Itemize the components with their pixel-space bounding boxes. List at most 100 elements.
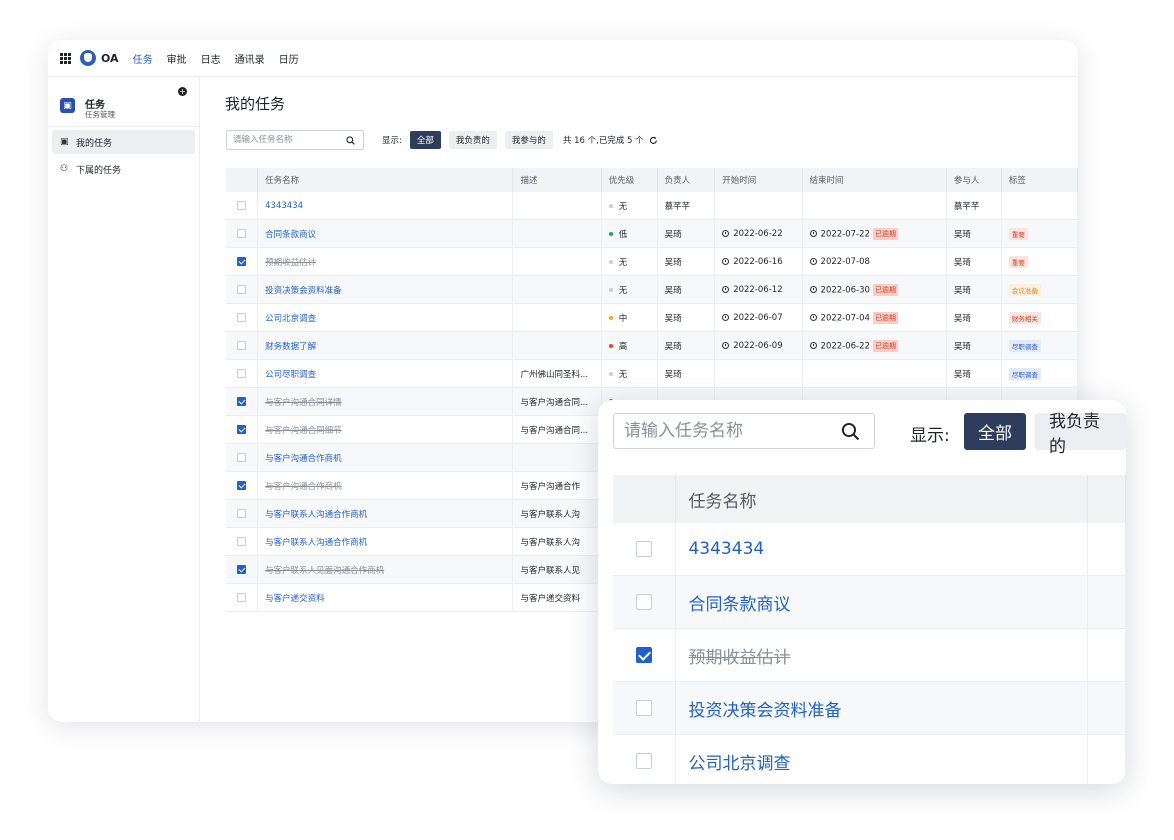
task-checkbox[interactable] [237,228,247,238]
zoom-task-checkbox[interactable] [636,647,653,663]
zoom-filter-button-1[interactable]: 我负责的 [1035,412,1126,457]
search-input[interactable] [233,135,333,145]
refresh-icon[interactable] [649,136,658,145]
task-checkbox[interactable] [237,340,247,350]
task-name-link[interactable]: 与客户联系人沟通合作商机 [257,499,514,528]
task-checkbox[interactable] [237,592,247,602]
task-priority-cell: 无 [601,192,658,220]
search-icon[interactable] [346,135,355,145]
table-row[interactable]: 预期收益估计无吴琦 2022-06-16 2022-07-08 吴琦 重要 [226,247,1078,276]
task-start-cell: 2022-06-16 [714,247,803,276]
task-name-link[interactable]: 与客户沟通合同细节 [257,415,514,444]
filter-button-0[interactable]: 全部 [409,131,441,149]
nav-tab-2[interactable]: 日志 [201,51,221,66]
nav-tab-3[interactable]: 通讯录 [235,51,265,66]
column-header-1: 描述 [512,168,602,192]
sidebar-item-1[interactable]: ⚇ 下属的任务 [52,157,195,181]
checkbox-cell [226,471,259,500]
checkbox-cell [226,275,259,304]
task-owner: 慕芊芊 [657,192,716,220]
task-description: 与客户沟通合同... [512,387,602,416]
task-name-link[interactable]: 公司尽职调查 [257,359,514,388]
zoom-task-name-link[interactable]: 合同条款商议 [675,575,1088,629]
clock-icon [722,313,730,321]
task-start-cell: 2022-06-12 [714,275,803,304]
task-name-link[interactable]: 4343434 [257,192,514,220]
task-start-date: 2022-06-22 [733,228,783,239]
task-checkbox[interactable] [237,480,247,490]
task-name-link[interactable]: 财务数据了解 [257,331,514,360]
task-tag: 重要 [1008,227,1028,240]
search-box [226,130,364,150]
task-checkbox[interactable] [237,508,247,518]
zoom-table-row[interactable]: 公司北京调查 [613,734,1126,784]
zoom-task-table: 任务名称 4343434 合同条款商议 预期收益估计 投资决策会资料准备 公司北京调查 [613,475,1126,784]
task-checkbox[interactable] [237,424,247,434]
task-name-link[interactable]: 与客户沟通合作商机 [257,471,514,500]
add-task-icon[interactable]: + [178,87,187,96]
task-name-link[interactable]: 与客户联系人见面沟通合作商机 [257,555,514,584]
task-name-link[interactable]: 与客户递交资料 [257,583,514,612]
zoom-task-checkbox[interactable] [636,594,653,610]
zoom-table-row[interactable]: 4343434 [613,523,1126,576]
zoom-header-next [1087,475,1126,523]
task-tag-cell: 会议准备 [1001,275,1078,304]
task-end-date: 2022-07-04 [820,313,870,323]
task-checkbox[interactable] [237,396,247,406]
task-participant: 吴琦 [946,219,1002,248]
task-name-link[interactable]: 公司北京调查 [257,303,514,332]
task-description [512,275,602,304]
task-name-link[interactable]: 预期收益估计 [257,247,514,276]
task-checkbox[interactable] [237,564,247,574]
task-priority: 无 [618,201,628,212]
nav-tab-1[interactable]: 审批 [167,51,187,66]
zoom-search-input[interactable] [624,421,824,441]
task-tag: 尽职调查 [1008,339,1041,352]
table-row[interactable]: 4343434 无 慕芊芊 慕芊芊 [226,192,1078,220]
task-name-link[interactable]: 合同条款商议 [257,219,514,248]
zoom-table-row[interactable]: 投资决策会资料准备 [613,681,1126,735]
nav-tab-0[interactable]: 任务 [133,51,153,66]
task-start-cell [714,192,803,220]
page-title: 我的任务 [225,95,286,113]
task-checkbox[interactable] [237,284,247,294]
column-header-0: 任务名称 [257,168,514,192]
zoom-task-name-link[interactable]: 预期收益估计 [675,628,1088,682]
zoom-filter-button-0[interactable]: 全部 [964,413,1026,450]
task-checkbox[interactable] [237,452,247,462]
zoom-task-checkbox[interactable] [636,700,653,716]
priority-dot-icon [608,288,613,292]
task-name-link[interactable]: 与客户联系人沟通合作商机 [257,527,514,556]
task-checkbox[interactable] [237,368,247,378]
task-checkbox[interactable] [237,312,247,322]
table-row[interactable]: 投资决策会资料准备无吴琦 2022-06-12 2022-06-30 已逾期 吴琦 会议准… [226,275,1078,304]
task-priority-cell: 中 [601,303,658,332]
zoom-task-checkbox[interactable] [636,541,653,557]
zoom-table-row[interactable]: 合同条款商议 [613,575,1126,629]
zoom-task-checkbox[interactable] [636,753,653,769]
app-grid-icon[interactable] [60,53,71,64]
zoom-task-name-link[interactable]: 公司北京调查 [675,734,1088,784]
table-row[interactable]: 公司尽职调查 广州佛山同圣科... 无吴琦 吴琦 尽职调查 [226,359,1078,388]
zoom-task-name-link[interactable]: 4343434 [675,523,1088,576]
zoom-table-row[interactable]: 预期收益估计 [613,628,1126,682]
task-end-cell: 2022-07-08 [802,247,947,276]
task-checkbox[interactable] [237,256,247,266]
task-name-link[interactable]: 与客户沟通合同详情 [257,387,514,416]
task-checkbox[interactable] [237,536,247,546]
table-row[interactable]: 财务数据了解高吴琦 2022-06-09 2022-06-22 已逾期 吴琦 尽职调查 [226,331,1078,360]
table-row[interactable]: 合同条款商议低吴琦 2022-06-22 2022-07-22 已逾期 吴琦 重要 [226,219,1078,248]
priority-dot-icon [608,232,613,236]
zoom-task-name-link[interactable]: 投资决策会资料准备 [675,681,1088,735]
task-description [512,303,602,332]
task-checkbox[interactable] [237,200,247,210]
sidebar-item-0[interactable]: ▣ 我的任务 [52,130,195,154]
task-name-link[interactable]: 投资决策会资料准备 [257,275,514,304]
task-name-link[interactable]: 与客户沟通合作商机 [257,443,514,472]
filter-button-2[interactable]: 我参与的 [504,131,553,149]
task-description: 与客户沟通合作 [512,471,602,500]
table-row[interactable]: 公司北京调查中吴琦 2022-06-07 2022-07-04 已逾期 吴琦 财务相关 [226,303,1078,332]
nav-tab-4[interactable]: 日历 [279,51,299,66]
zoom-search-icon[interactable] [841,422,860,441]
filter-button-1[interactable]: 我负责的 [448,131,497,149]
